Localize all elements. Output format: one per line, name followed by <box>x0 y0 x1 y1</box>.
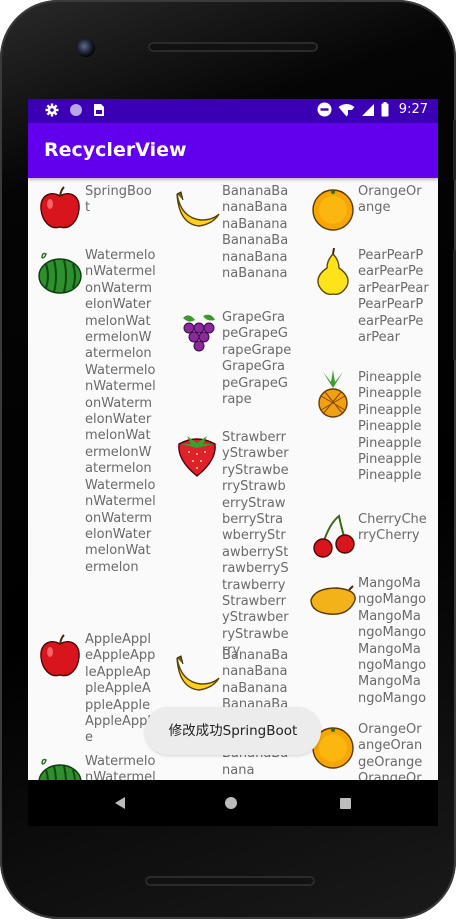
cherry-icon <box>313 514 355 558</box>
screen: 9:27 RecyclerView SpringBoot WatermelonW… <box>28 99 438 780</box>
navigation-bar <box>28 780 438 826</box>
status-time: 9:27 <box>398 102 428 117</box>
front-camera <box>77 39 95 57</box>
fruit-name: OrangeOrange <box>358 184 422 216</box>
bottom-speaker <box>145 876 315 886</box>
fruit-name: WatermelonWatermel <box>85 754 156 780</box>
recent-apps-icon[interactable] <box>340 798 351 809</box>
battery-icon <box>381 102 389 117</box>
volume-button[interactable] <box>453 250 456 360</box>
banana-icon <box>176 655 220 691</box>
fruit-recycler-view[interactable]: SpringBoot WatermelonWatermelonWatermelo… <box>28 178 438 780</box>
apple-icon <box>40 634 80 677</box>
fruit-name: BananaBananaBananaBananaBananaBananaBana… <box>222 184 289 282</box>
banana-icon <box>176 191 220 227</box>
fruit-name: CherryCherryCherry <box>358 512 427 544</box>
status-bar: 9:27 <box>28 99 438 123</box>
earpiece-speaker <box>148 42 318 52</box>
fruit-name: OrangeOrangeOrangeOrangeOrangeOrangeOran… <box>358 722 423 780</box>
fruit-name: WatermelonWatermelonWatermelonWatermelon… <box>85 248 156 575</box>
gear-icon <box>45 103 59 117</box>
strawberry-icon <box>178 436 216 477</box>
fruit-name: PearPearPearPearPearPearPearPearPearPear… <box>358 248 429 346</box>
pineapple-icon <box>318 370 348 418</box>
apple-icon <box>40 186 80 229</box>
back-icon[interactable] <box>114 796 126 810</box>
sim-card-icon <box>94 104 104 116</box>
fruit-name: PineapplePineapplePineapplePineapplePine… <box>358 370 422 484</box>
pear-icon <box>317 248 349 296</box>
home-icon[interactable] <box>225 797 237 809</box>
signal-icon <box>361 103 374 116</box>
page-title: RecyclerView <box>44 139 187 161</box>
toast-message: 修改成功SpringBoot <box>145 707 321 755</box>
wifi-icon <box>338 103 355 117</box>
app-bar: RecyclerView <box>28 123 438 178</box>
grape-icon <box>183 314 215 352</box>
fruit-name: SpringBoot <box>85 184 152 216</box>
fruit-name: MangoMangoMangoMangoMangoMangoMangoMango… <box>358 576 427 706</box>
circle-icon <box>70 104 82 116</box>
orange-icon <box>312 189 354 231</box>
fruit-name: StrawberryStrawberryStrawberryStrawberry… <box>222 430 289 659</box>
watermelon-icon <box>38 252 82 294</box>
fruit-name: GrapeGrapeGrapeGrapeGrapeGrapeGrapeGrape… <box>222 310 292 408</box>
power-button[interactable] <box>453 120 456 180</box>
mango-icon <box>310 585 356 615</box>
watermelon-icon <box>38 758 82 780</box>
do-not-disturb-icon <box>317 102 332 117</box>
